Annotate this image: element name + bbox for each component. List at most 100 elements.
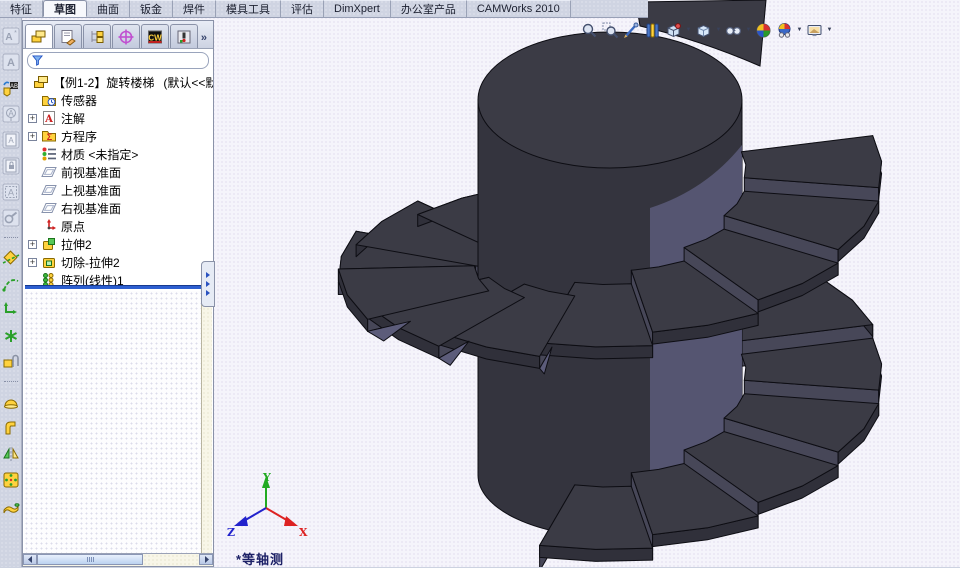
green-spline-icon[interactable] [1,275,20,293]
view-orientation-dropdown-arrow[interactable]: ▼ [685,21,692,40]
scroll-left-button[interactable] [23,554,37,565]
expand-toggle[interactable]: + [28,239,37,249]
zoom-to-area-icon[interactable] [601,21,620,40]
command-tab-7[interactable]: 评估 [281,0,324,17]
rollback-bar[interactable] [25,285,205,289]
triad-z-arrow [234,516,248,526]
tree-item-3[interactable]: + Σ 方程序 [23,127,213,145]
tree-filter-box[interactable] [27,52,209,69]
panel-tab-overflow-chevron[interactable]: » [201,32,211,48]
view-orientation-label: *等轴测 [236,552,285,567]
panel-splitter-handle[interactable] [201,261,215,307]
spellcheck-ab-icon[interactable]: AB [2,79,20,97]
filter-funnel-icon [32,55,43,66]
command-tab-6[interactable]: 模具工具 [216,0,281,17]
tree-item-5[interactable]: 前视基准面 [23,163,213,181]
display-style-icon[interactable] [694,21,713,40]
view-settings-dropdown-arrow[interactable]: ▼ [796,21,803,40]
toolbar-separator [3,237,18,239]
panel-empty-area [24,291,212,554]
tree-item-9[interactable]: + 拉伸2 [23,235,213,253]
tree-item-8[interactable]: 原点 [23,217,213,235]
panel-tab-camworks-operation-tree[interactable] [170,24,198,48]
tree-item-label: 切除-拉伸2 [61,255,120,270]
command-tab-2[interactable]: 草图 [43,0,87,17]
mirror-feature-icon[interactable] [2,445,20,463]
tree-item-1[interactable]: 传感器 [23,91,213,109]
splitter-arrow-icon [206,272,210,278]
vertical-scroll-track[interactable] [201,291,212,554]
doc-lock-icon[interactable] [2,157,20,175]
section-view-icon[interactable] [643,21,662,40]
move-arrows-icon[interactable] [2,301,20,319]
sensors-icon [41,92,57,108]
panel-tab-camworks-feature-tree[interactable]: CW [141,24,169,48]
plane-icon [41,200,57,216]
command-tab-9[interactable]: 办公室产品 [390,0,467,17]
command-tab-10[interactable]: CAMWorks 2010 [466,0,571,17]
tree-item-7[interactable]: 右视基准面 [23,199,213,217]
tree-item-4[interactable]: 材质 <未指定> [23,145,213,163]
tree-item-2[interactable]: + A 注解 [23,109,213,127]
a-star-icon[interactable]: A * [2,27,20,45]
panel-tab-featuremanager-tree[interactable] [25,24,53,48]
extrude-icon [41,236,57,252]
annotations-icon: A [41,110,57,126]
camera-display-dropdown-arrow[interactable]: ▼ [826,21,833,40]
command-tab-1[interactable]: 特征 [0,0,43,17]
triad-x-label: X [299,526,308,539]
svg-text:AB: AB [9,84,17,90]
circular-pattern-icon[interactable] [2,471,20,489]
zoom-to-fit-icon[interactable] [580,21,599,40]
scroll-thumb[interactable] [37,554,143,565]
tree-filter-input[interactable] [46,55,204,66]
commandmanager-tab-bar: 特征 草图 曲面 钣金 焊件 模具工具 评估 DimXpert 办公室产品 CAMWorks 20… [0,0,648,18]
dome-feature-icon[interactable] [2,393,20,411]
balloon-a-icon[interactable]: A [2,105,20,123]
green-asterisk-icon[interactable] [2,327,20,345]
zoom-pen-icon[interactable] [622,21,641,40]
command-tab-5[interactable]: 焊件 [173,0,216,17]
command-tab-8[interactable]: DimXpert [324,0,391,17]
tree-item-10[interactable]: + 切除-拉伸2 [23,253,213,271]
panel-tab-configurationmanager[interactable] [83,24,111,48]
scroll-right-button[interactable] [199,554,213,565]
view-orientation-icon[interactable] [664,21,683,40]
view-settings-icon[interactable] [775,21,794,40]
triad-y-label: Y [262,471,271,484]
svg-text:A: A [44,114,53,125]
tree-root-part[interactable]: 【例1-2】旋转楼梯 (默认<<默认 [23,73,213,91]
boxed-a-icon[interactable]: A [2,183,20,201]
expand-toggle[interactable]: + [28,131,37,141]
diamond-snap-icon[interactable] [2,249,20,267]
triad-z-label: Z [227,526,235,539]
tree-item-label: 传感器 [61,93,98,108]
a-note-icon[interactable]: A [2,53,20,71]
tree-item-label: 【例1-2】旋转楼梯 [53,75,155,90]
equations-icon: Σ [41,128,57,144]
sweep-feature-icon[interactable] [2,497,20,515]
expand-toggle[interactable]: + [28,257,37,267]
command-tab-4[interactable]: 钣金 [130,0,173,17]
display-style-dropdown-arrow[interactable]: ▼ [715,21,722,40]
feature-tree: 【例1-2】旋转楼梯 (默认<<默认传感器 + A 注解 + Σ 方程序材质 <未指定> 前视基… [23,71,213,289]
svg-text:A: A [7,57,15,69]
tree-item-label: 拉伸2 [61,237,92,252]
hide-show-items-dropdown-arrow[interactable]: ▼ [745,21,752,40]
panel-tab-dimxpertmanager[interactable] [112,24,140,48]
wrench-gear-icon[interactable] [2,209,20,227]
apply-scene-icon[interactable] [754,21,773,40]
expand-toggle[interactable]: + [28,113,37,123]
doc-a-icon[interactable]: A [2,131,20,149]
featuremanager-panel: CW » 【例1-2】旋转楼梯 (默认<<默认传感器 + A 注解 + Σ 方程序材质 <未指定… [22,20,215,567]
hide-show-items-icon[interactable] [724,21,743,40]
scroll-track[interactable] [143,554,199,566]
paperclip-attach-icon[interactable] [2,353,20,371]
panel-tab-propertymanager[interactable] [54,24,82,48]
scroll-left-icon [27,556,32,563]
camera-display-icon[interactable] [805,21,824,40]
svg-text:Σ: Σ [47,132,53,142]
bend-feature-icon[interactable] [2,419,20,437]
tree-item-6[interactable]: 上视基准面 [23,181,213,199]
command-tab-3[interactable]: 曲面 [87,0,130,17]
